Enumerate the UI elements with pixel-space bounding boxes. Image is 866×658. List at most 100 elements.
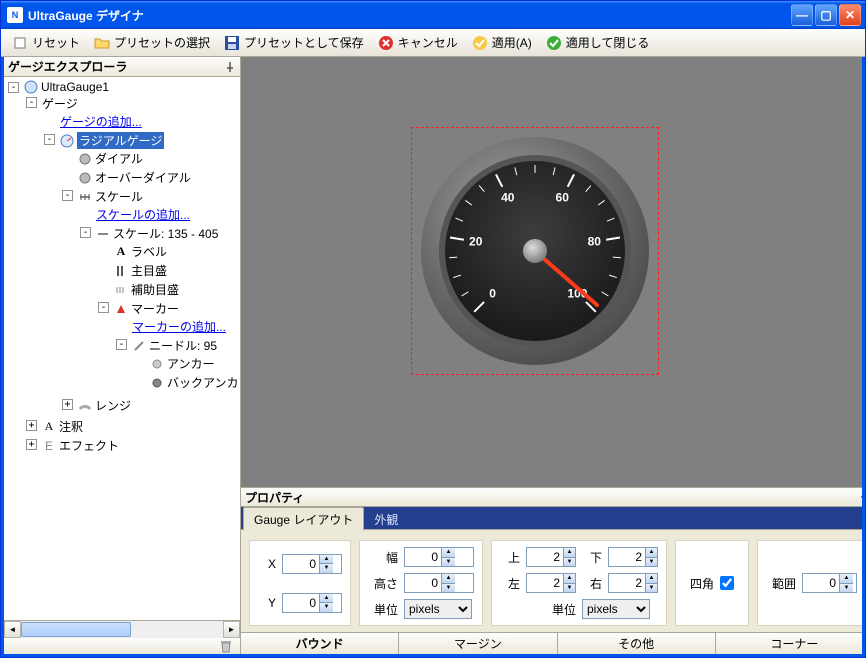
select-unit[interactable]: pixels	[404, 599, 472, 619]
pin-icon[interactable]	[858, 490, 865, 505]
tree-toggle[interactable]: -	[26, 97, 37, 108]
spin-down[interactable]: ▼	[319, 564, 333, 573]
tree-toggle[interactable]: -	[44, 134, 55, 145]
gauge-explorer-tree[interactable]: - UltraGauge1 - ゲージ ゲージの追加...	[4, 77, 240, 620]
tree-major-tick[interactable]: 主目盛	[114, 262, 238, 279]
maximize-button[interactable]: ▢	[815, 4, 837, 26]
tree-gauge-group[interactable]: ゲージ	[42, 95, 238, 112]
property-tab-strip: Gauge レイアウト 外観	[241, 507, 865, 529]
tree-annotation[interactable]: A注釈	[42, 418, 238, 435]
input-top[interactable]: ▲▼	[526, 547, 576, 567]
tree-marker-group[interactable]: マーカー	[114, 300, 238, 317]
spin-down[interactable]: ▼	[319, 603, 333, 612]
spin-up[interactable]: ▲	[645, 574, 657, 584]
spin-up[interactable]: ▲	[441, 548, 455, 558]
spin-up[interactable]: ▲	[319, 594, 333, 604]
input-height[interactable]: ▲▼	[404, 573, 474, 593]
radial-gauge-icon	[60, 134, 74, 148]
tree-radial-gauge[interactable]: ラジアルゲージ	[60, 132, 238, 149]
save-preset-button[interactable]: プリセットとして保存	[217, 31, 371, 55]
input-extent[interactable]: ▲▼	[802, 573, 857, 593]
spin-up[interactable]: ▲	[319, 555, 333, 565]
save-icon	[224, 35, 240, 51]
spin-up[interactable]: ▲	[441, 574, 455, 584]
tree-back-anchor[interactable]: バックアンカ	[150, 374, 238, 391]
select-unit2[interactable]: pixels	[582, 599, 650, 619]
tree-toggle[interactable]: -	[80, 227, 91, 238]
tab-gauge-layout[interactable]: Gauge レイアウト	[243, 507, 364, 530]
select-preset-button[interactable]: プリセットの選択	[87, 31, 217, 55]
apply-close-button[interactable]: 適用して閉じる	[539, 31, 657, 55]
reset-button[interactable]: リセット	[5, 31, 87, 55]
spin-up[interactable]: ▲	[563, 574, 575, 584]
input-bottom[interactable]: ▲▼	[608, 547, 658, 567]
tree-anchor[interactable]: アンカー	[150, 355, 238, 372]
tree-add-gauge[interactable]: ゲージの追加...	[60, 113, 238, 130]
apply-button[interactable]: 適用(A)	[465, 31, 539, 55]
tree-toggle[interactable]: -	[8, 82, 19, 93]
gauge-preview[interactable]: 020406080100	[417, 133, 653, 369]
needle-icon	[132, 339, 146, 353]
cancel-button[interactable]: キャンセル	[371, 31, 465, 55]
tree-toggle[interactable]: -	[62, 190, 73, 201]
tree-label[interactable]: Aラベル	[114, 243, 238, 260]
svg-text:60: 60	[556, 191, 570, 205]
trash-icon[interactable]	[218, 638, 234, 654]
cancel-icon	[378, 35, 394, 51]
tree-add-scale[interactable]: スケールの追加...	[96, 206, 238, 223]
spin-up[interactable]: ▲	[563, 548, 575, 558]
input-y[interactable]: ▲▼	[282, 593, 342, 613]
tree-effect[interactable]: Eエフェクト	[42, 437, 238, 454]
spin-up[interactable]: ▲	[645, 548, 657, 558]
spin-down[interactable]: ▼	[645, 558, 657, 567]
spin-down[interactable]: ▼	[441, 584, 455, 593]
app-window: N UltraGauge デザイナ — ▢ ✕ リセット プリセットの選択 プリ…	[0, 0, 866, 658]
tree-range[interactable]: レンジ	[78, 397, 238, 414]
tree-add-marker[interactable]: マーカーの追加...	[132, 318, 238, 335]
tree-scale-item[interactable]: スケール: 135 - 405	[96, 225, 238, 242]
tree-root[interactable]: UltraGauge1	[24, 80, 238, 94]
spin-down[interactable]: ▼	[441, 558, 455, 567]
spin-down[interactable]: ▼	[563, 584, 575, 593]
label-unit: 単位	[368, 601, 398, 618]
tab-appearance[interactable]: 外観	[364, 508, 408, 530]
tab-other[interactable]: その他	[558, 633, 716, 654]
explorer-header: ゲージエクスプローラ	[4, 57, 240, 77]
design-canvas[interactable]: 020406080100	[241, 57, 865, 487]
scroll-right-button[interactable]: ►	[223, 621, 240, 638]
input-left[interactable]: ▲▼	[526, 573, 576, 593]
pin-icon[interactable]	[224, 61, 236, 73]
checkbox-square[interactable]	[720, 576, 734, 590]
spin-down[interactable]: ▼	[645, 584, 657, 593]
needle-hub	[523, 239, 547, 263]
tree-dial[interactable]: ダイアル	[78, 150, 238, 167]
tree-toggle[interactable]: -	[116, 339, 127, 350]
tab-corner[interactable]: コーナー	[716, 633, 865, 654]
property-form: X ▲▼ Y ▲▼ 幅 ▲▼ 高さ ▲▼ 単位 pixels 上	[241, 529, 865, 632]
right-panel: 020406080100 プロパティ Gauge レイアウト 外観 X ▲▼	[241, 57, 865, 654]
input-right[interactable]: ▲▼	[608, 573, 658, 593]
input-x[interactable]: ▲▼	[282, 554, 342, 574]
tab-bound[interactable]: バウンド	[241, 633, 399, 654]
horizontal-scrollbar[interactable]: ◄ ►	[4, 621, 240, 638]
svg-text:80: 80	[588, 235, 602, 249]
tree-minor-tick[interactable]: 補助目盛	[114, 281, 238, 298]
tab-margin[interactable]: マージン	[399, 633, 557, 654]
close-button[interactable]: ✕	[839, 4, 861, 26]
tree-toggle[interactable]: +	[26, 439, 37, 450]
minimize-button[interactable]: —	[791, 4, 813, 26]
tree-toggle[interactable]: -	[98, 302, 109, 313]
spin-down[interactable]: ▼	[563, 558, 575, 567]
tree-overdial[interactable]: オーバーダイアル	[78, 169, 238, 186]
scroll-left-button[interactable]: ◄	[4, 621, 21, 638]
scroll-thumb[interactable]	[21, 622, 131, 637]
spin-down[interactable]: ▼	[839, 584, 853, 593]
spin-up[interactable]: ▲	[839, 574, 853, 584]
window-title: UltraGauge デザイナ	[28, 7, 789, 24]
tree-toggle[interactable]: +	[62, 399, 73, 410]
tree-toggle[interactable]: +	[26, 420, 37, 431]
input-width[interactable]: ▲▼	[404, 547, 474, 567]
scroll-track[interactable]	[21, 621, 223, 638]
tree-scale-group[interactable]: スケール	[78, 188, 238, 205]
tree-needle[interactable]: ニードル: 95	[132, 337, 238, 354]
